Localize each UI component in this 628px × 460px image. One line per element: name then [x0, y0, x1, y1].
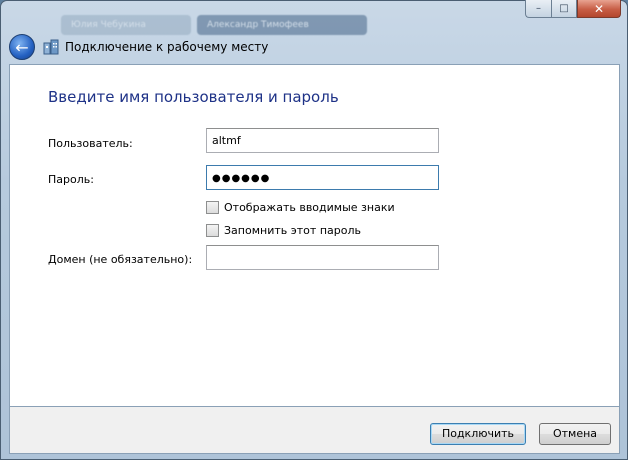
- password-mask: ●●●●●●: [212, 173, 271, 184]
- remember-password-label: Запомнить этот пароль: [224, 224, 361, 237]
- dialog-content: Введите имя пользователя и пароль Пользо…: [9, 64, 620, 407]
- window-title: Подключение к рабочему месту: [65, 40, 269, 54]
- maximize-button[interactable]: □: [551, 0, 577, 18]
- username-value: altmf: [212, 134, 241, 147]
- checkbox-box: [206, 224, 219, 237]
- workplace-connection-icon: [43, 39, 59, 55]
- show-chars-checkbox[interactable]: Отображать вводимые знаки: [206, 201, 395, 214]
- page-title: Введите имя пользователя и пароль: [48, 88, 339, 106]
- dialog-footer: Подключить Отмена: [9, 407, 620, 454]
- cancel-button[interactable]: Отмена: [539, 423, 611, 445]
- domain-label: Домен (не обязательно):: [48, 253, 193, 266]
- window-frame: Юлия Чебукина Александр Тимофеев – □ ✕ ←…: [0, 0, 628, 460]
- minimize-button[interactable]: –: [525, 0, 551, 18]
- back-button[interactable]: ←: [9, 34, 35, 60]
- show-chars-label: Отображать вводимые знаки: [224, 201, 395, 214]
- username-field[interactable]: altmf: [206, 128, 439, 153]
- nav-bar: ← Подключение к рабочему месту: [9, 33, 621, 61]
- back-arrow-icon: ←: [15, 37, 29, 57]
- username-label: Пользователь:: [48, 137, 133, 150]
- remember-password-checkbox[interactable]: Запомнить этот пароль: [206, 224, 361, 237]
- connect-button[interactable]: Подключить: [430, 423, 526, 445]
- checkbox-box: [206, 201, 219, 214]
- close-button[interactable]: ✕: [577, 0, 621, 18]
- background-tab: Александр Тимофеев: [197, 15, 367, 35]
- password-field[interactable]: ●●●●●●: [206, 165, 439, 190]
- password-label: Пароль:: [48, 173, 94, 186]
- caption-buttons: – □ ✕: [525, 0, 621, 18]
- background-tab: Юлия Чебукина: [61, 15, 191, 35]
- domain-field[interactable]: [206, 245, 439, 270]
